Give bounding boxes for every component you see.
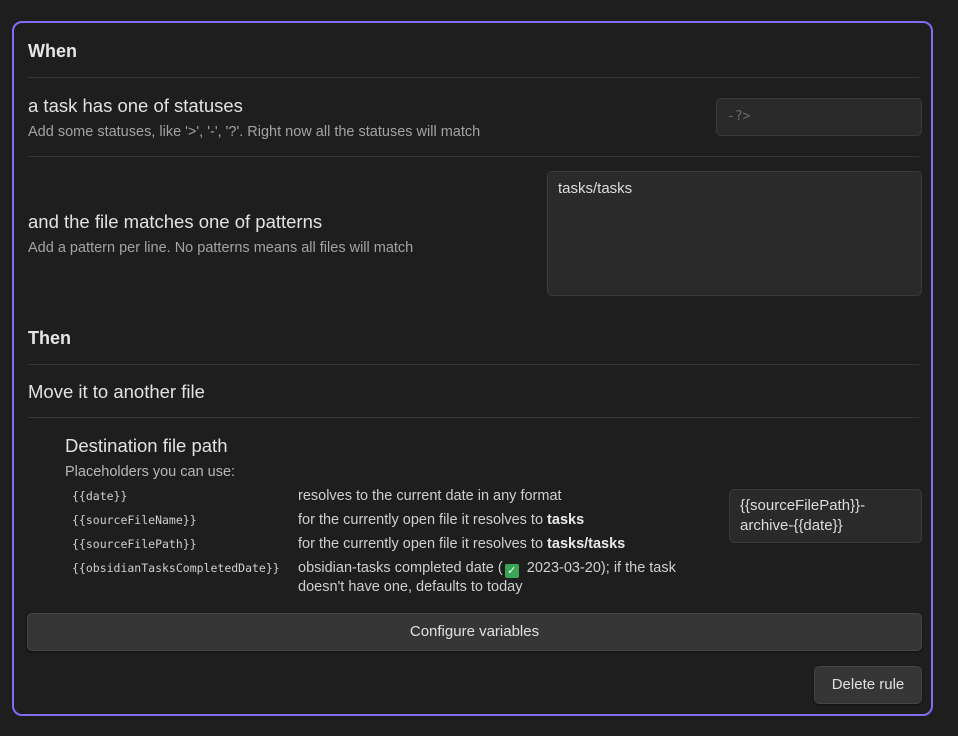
- placeholder-description: resolves to the current date in any form…: [298, 488, 562, 504]
- statuses-input-placeholder: -?>: [727, 109, 751, 124]
- placeholder-key: {{date}}: [72, 489, 128, 503]
- placeholder-resolved-value: tasks: [547, 512, 585, 528]
- check-mark-icon: ✓: [504, 564, 519, 578]
- patterns-setting-title: and the file matches one of patterns: [28, 211, 323, 232]
- action-label: Move it to another file: [28, 381, 205, 402]
- destination-path-input[interactable]: {{sourceFilePath}}-archive-{{date}}: [729, 489, 922, 543]
- when-heading: When: [28, 41, 77, 61]
- statuses-setting-title: a task has one of statuses: [28, 95, 243, 116]
- divider: [28, 364, 919, 365]
- patterns-setting-description: Add a pattern per line. No patterns mean…: [28, 240, 414, 256]
- placeholder-description-text: for the currently open file it resolves …: [298, 536, 548, 552]
- placeholder-key: {{obsidianTasksCompletedDate}}: [72, 561, 280, 575]
- placeholder-description: obsidian-tasks completed date (✓ 2023-03…: [298, 559, 698, 597]
- patterns-textarea-value: tasks/tasks: [558, 180, 633, 197]
- placeholder-description: for the currently open file it resolves …: [298, 535, 718, 554]
- placeholder-description-text: for the currently open file it resolves …: [298, 512, 548, 528]
- configure-variables-button[interactable]: Configure variables: [27, 613, 922, 651]
- statuses-input[interactable]: -?>: [716, 98, 922, 136]
- placeholder-resolved-value: tasks/tasks: [547, 536, 626, 552]
- placeholder-key: {{sourceFilePath}}: [72, 537, 197, 551]
- destination-title: Destination file path: [65, 435, 228, 456]
- delete-rule-button[interactable]: Delete rule: [814, 666, 922, 704]
- placeholder-description: for the currently open file it resolves …: [298, 511, 718, 530]
- divider: [28, 417, 919, 418]
- rule-card: When a task has one of statuses Add some…: [12, 21, 933, 716]
- divider: [28, 77, 919, 78]
- patterns-textarea[interactable]: tasks/tasks: [547, 171, 922, 296]
- placeholder-key: {{sourceFileName}}: [72, 513, 197, 527]
- placeholders-intro: Placeholders you can use:: [65, 464, 236, 480]
- then-heading: Then: [28, 328, 71, 348]
- placeholder-description-text: obsidian-tasks completed date (: [298, 560, 503, 576]
- destination-path-value: {{sourceFilePath}}-archive-{{date}}: [740, 497, 866, 534]
- divider: [28, 156, 919, 157]
- statuses-setting-description: Add some statuses, like '>', '-', '?'. R…: [28, 124, 481, 140]
